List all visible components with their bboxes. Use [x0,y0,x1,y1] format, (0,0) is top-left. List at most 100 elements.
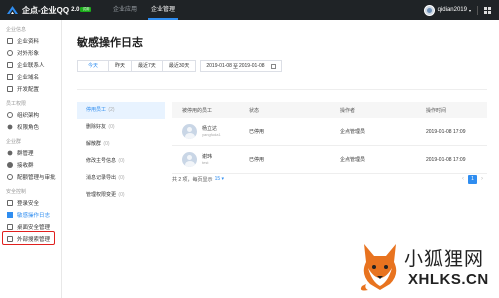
watermark-url: XHLKS.CN [408,271,489,288]
apps-grid-icon[interactable] [484,6,491,14]
sidebar-item-roles[interactable]: 权限角色 [0,121,61,133]
app-logo[interactable]: 企点-企业QQ 2.0 试用 [0,5,106,16]
date-start: 2019-01-08 [206,63,232,69]
sidebar-item-label: 权限角色 [17,125,40,131]
employee-cell: 谢玮 test [172,152,249,167]
user-name: qidian2019 [437,7,467,13]
watermark: 小狐狸网 XHLKS.CN [360,238,499,298]
trial-badge: 试用 [80,6,92,12]
category-count: (0) [118,192,125,198]
category-label: 停用员工 [86,107,107,113]
sidebar-item-label: 登录安全 [17,201,40,207]
sidebar-item-external-image[interactable]: 对外形象 [0,47,61,59]
avatar [182,152,197,167]
filter-yesterday-button[interactable]: 昨天 [109,61,133,71]
sidebar-item-sensitive-log[interactable]: 敏感操作日志 [0,209,61,221]
sidebar-item-label: 企业资料 [17,39,40,45]
receive-icon [7,162,13,168]
logo-text: 企点-企业QQ [22,5,70,15]
sidebar-group-title: 员工权限 [6,101,27,107]
category-message-export[interactable]: 消息记录导出 (0) [77,170,165,187]
topnav-enterprise-management[interactable]: 企业管理 [144,0,182,20]
column-header-operator: 操作者 [340,107,356,114]
sidebar-item-quota[interactable]: 配额管理与审批 [0,171,61,183]
next-page-icon[interactable]: › [481,176,483,182]
sidebar-item-label: 企业域名 [17,75,40,81]
date-filter-bar: 今天 昨天 最近7天 最近30天 2019-01-08 至 2019-01-08 [77,60,282,72]
domain-icon [7,74,13,80]
category-delete-friends[interactable]: 删除好友 (0) [77,119,165,136]
date-range-picker[interactable]: 2019-01-08 至 2019-01-08 [200,60,282,72]
building-icon [7,38,13,44]
sidebar-item-login-security[interactable]: 登录安全 [0,197,61,209]
sidebar-item-label: 敏感操作日志 [17,213,51,219]
employee-account: test [202,160,209,165]
contact-icon [7,62,13,68]
filter-30days-button[interactable]: 最近30天 [162,61,196,71]
sidebar-item-label: 群管理 [17,151,34,157]
category-count: (0) [103,141,110,147]
lock-icon [7,200,13,206]
sidebar-item-receive-group[interactable]: 接收群 [0,159,61,171]
user-menu[interactable]: qidian2019 ▾ [423,0,491,20]
log-icon [7,212,13,218]
sidebar-item-org[interactable]: 组织架构 [0,109,61,121]
page-controls: ‹ 1 › [458,174,487,184]
filter-today-button[interactable]: 今天 [78,61,110,71]
user-avatar [423,4,435,16]
table-header: 被停用的员工 状态 操作者 操作时间 [172,102,487,118]
date-end: 2019-01-08 [238,63,265,69]
sidebar-item-dev-config[interactable]: 开发配置 [0,83,61,95]
prev-page-icon[interactable]: ‹ [462,176,464,182]
category-modify-main-account[interactable]: 修改主号信息 (0) [77,153,165,170]
category-disabled-employees[interactable]: 停用员工 (2) [77,102,165,119]
role-icon [7,124,13,130]
employee-account: yangfuda1 [202,132,221,137]
column-header-status: 状态 [249,107,260,114]
topnav-enterprise-apps[interactable]: 企业应用 [106,0,144,20]
pagination-summary: 共 2 项，每页显示 [172,176,213,183]
status-cell: 已停用 [249,157,265,163]
category-count: (0) [118,175,125,181]
log-category-list: 停用员工 (2) 删除好友 (0) 解散群 (0) 修改主号信息 (0) 消息记… [77,102,165,204]
time-cell: 2019-01-08 17:09 [426,128,466,135]
divider [77,89,487,90]
table-row: 谢玮 test 已停用 企点管理员 2019-01-08 17:09 [172,146,487,174]
sidebar-group-title: 企业群 [6,139,22,145]
sidebar-item-company-profile[interactable]: 企业资料 [0,35,61,47]
sidebar-item-label: 配额管理与审批 [17,175,56,181]
page-title: 敏感操作日志 [77,37,143,49]
category-label: 管理权限变更 [86,192,117,198]
category-label: 消息记录导出 [86,175,117,181]
calendar-icon [270,63,276,69]
filter-7days-button[interactable]: 最近7天 [132,61,163,71]
sidebar-item-group-manage[interactable]: 群管理 [0,147,61,159]
quota-icon [7,174,13,180]
sidebar-item-label: 企业联系人 [17,63,45,69]
category-label: 删除好友 [86,124,107,130]
watermark-title: 小狐狸网 [404,248,485,270]
sidebar-item-label: 接收群 [17,163,34,169]
sidebar-item-label: 开发配置 [17,87,40,93]
quick-date-buttons: 今天 昨天 最近7天 最近30天 [77,60,197,72]
category-permission-change[interactable]: 管理权限变更 (0) [77,187,165,204]
chevron-down-icon: ▾ [468,7,471,13]
sidebar-item-contacts[interactable]: 企业联系人 [0,59,61,71]
category-label: 修改主号信息 [86,158,117,164]
current-page[interactable]: 1 [468,174,477,184]
fox-logo-icon [360,244,397,291]
top-nav: 企业应用 企业管理 [106,0,182,20]
sidebar-item-label: 组织架构 [17,113,40,119]
qidian-logo-icon [6,5,19,15]
sidebar-item-domain[interactable]: 企业域名 [0,71,61,83]
top-bar: 企点-企业QQ 2.0 试用 企业应用 企业管理 qidian2019 ▾ [0,0,499,20]
logo-version: 2.0 [71,7,80,13]
time-cell: 2019-01-08 17:09 [426,156,466,163]
org-icon [7,112,13,118]
category-count: (2) [108,107,115,113]
category-count: (0) [108,124,115,130]
operator-cell: 企点管理员 [340,157,366,163]
category-dissolve-group[interactable]: 解散群 (0) [77,136,165,153]
category-count: (0) [118,158,125,164]
page-size-select[interactable]: 15 ▾ [215,176,224,182]
